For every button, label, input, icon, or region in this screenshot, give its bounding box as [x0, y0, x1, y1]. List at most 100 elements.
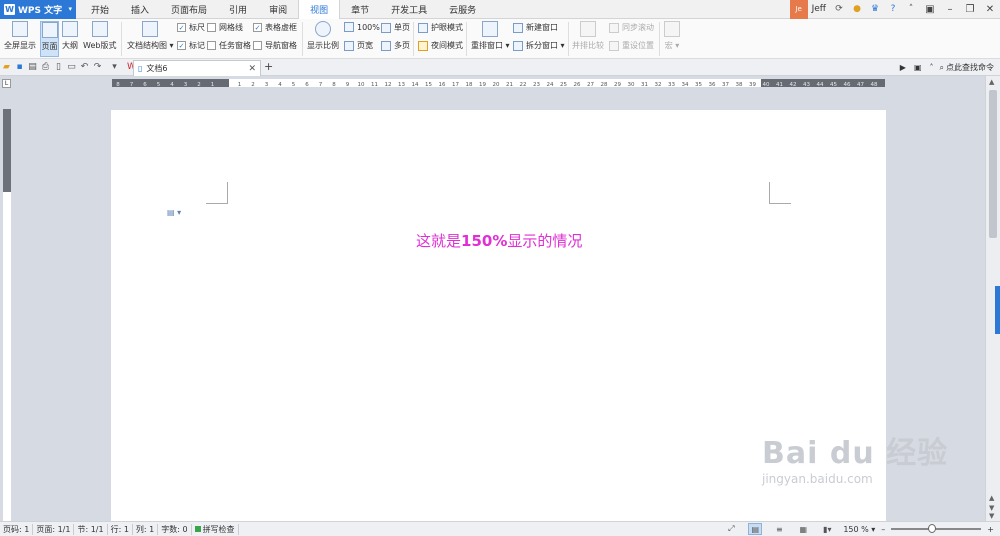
new-tab-button[interactable]: +	[264, 60, 273, 73]
scroll-down-icon[interactable]: ▼	[989, 512, 994, 520]
reading-mode-icon[interactable]: ▮▾	[820, 523, 834, 535]
prev-page-icon[interactable]: ▲	[989, 494, 994, 502]
web-view-icon[interactable]: ▦	[796, 523, 810, 535]
zoom-button[interactable]: 显示比例	[307, 21, 339, 57]
print-preview-icon[interactable]: ▭	[65, 62, 78, 72]
eye-mode-button[interactable]: 护眼模式	[418, 22, 463, 33]
user-name[interactable]: Jeff	[812, 4, 826, 14]
split-window-button[interactable]: 拆分窗口 ▾	[513, 40, 565, 51]
vertical-ruler[interactable]	[3, 109, 11, 521]
outline-icon	[62, 21, 78, 37]
tab-3[interactable]: 引用	[218, 0, 258, 19]
save-as-icon[interactable]: ▤	[26, 62, 39, 72]
status-line[interactable]: 行: 1	[108, 523, 133, 535]
zoom-level[interactable]: 150 % ▾	[843, 525, 875, 534]
zoom-slider-knob[interactable]	[927, 524, 936, 533]
table-borders-checkbox[interactable]: ✓ 表格虚框	[253, 22, 297, 33]
export-pdf-icon[interactable]: ▯	[52, 62, 65, 72]
marks-checkbox[interactable]: ✓ 标记	[177, 40, 205, 51]
multi-page-button[interactable]: 多页	[381, 40, 410, 51]
nav-pane-checkbox[interactable]: 导航窗格	[253, 40, 297, 51]
ruler-number: 25	[560, 82, 567, 87]
page-width-button[interactable]: 页宽	[344, 40, 373, 51]
maximize-button[interactable]: ❐	[960, 4, 980, 15]
split-window-icon	[513, 40, 523, 51]
shrink-ribbon-icon[interactable]: ˄	[930, 63, 934, 72]
reset-position-button[interactable]: 重设位置	[609, 40, 654, 51]
zoom-in-icon[interactable]: +	[987, 525, 994, 534]
find-command-input[interactable]: 点此查找命令	[946, 62, 994, 73]
zoom-100-button[interactable]: 100%	[344, 22, 380, 32]
status-word-count[interactable]: 字数: 0	[158, 523, 192, 535]
undo-icon[interactable]: ↶	[78, 62, 91, 72]
feedback-icon[interactable]: ▣	[914, 63, 922, 72]
document-text[interactable]: 这就是150%显示的情况	[416, 230, 582, 251]
tab-8[interactable]: 云服务	[438, 0, 487, 19]
redo-icon[interactable]: ↷	[91, 62, 104, 72]
zoom-out-icon[interactable]: –	[881, 525, 885, 534]
side-by-side-button[interactable]: 并排比较	[572, 21, 604, 57]
tab-1[interactable]: 插入	[120, 0, 160, 19]
night-mode-button[interactable]: 夜间模式	[418, 40, 463, 51]
panel-icon[interactable]: ▶	[900, 63, 906, 72]
shirt-icon[interactable]: ♛	[868, 2, 882, 16]
status-column[interactable]: 列: 1	[133, 523, 159, 535]
tab-0[interactable]: 开始	[80, 0, 120, 19]
close-button[interactable]: ✕	[980, 4, 1000, 15]
task-pane-checkbox[interactable]: 任务窗格	[207, 40, 251, 51]
paste-options-icon[interactable]: ▤ ▾	[167, 208, 181, 217]
gridlines-checkbox[interactable]: 网格线	[207, 22, 243, 33]
open-icon[interactable]: ▰	[0, 62, 13, 72]
tab-7[interactable]: 开发工具	[380, 0, 438, 19]
save-icon[interactable]: ▪	[13, 62, 26, 72]
skin-icon[interactable]: ●	[850, 2, 864, 16]
avatar[interactable]: Je	[789, 0, 808, 19]
ruler-checkbox[interactable]: ✓ 标尺	[177, 22, 205, 33]
macro-button[interactable]: 宏 ▾	[664, 21, 680, 57]
spell-check-button[interactable]: 拼写检查	[192, 523, 239, 535]
tab-6[interactable]: 章节	[340, 0, 380, 19]
ruler-number: 1	[238, 82, 242, 87]
fullscreen-view-icon[interactable]: ⤢	[724, 523, 738, 535]
status-page-number[interactable]: 页码: 1	[0, 523, 34, 535]
print-icon[interactable]: ⎙	[39, 62, 52, 72]
doc-map-button[interactable]: 文档结构图 ▾	[127, 21, 174, 57]
next-page-icon[interactable]: ▼	[989, 504, 994, 512]
document-tab[interactable]: ▯ 文档6 ✕	[133, 60, 261, 76]
restore-layout-icon[interactable]: ▣	[920, 4, 940, 15]
one-page-label: 单页	[394, 23, 410, 32]
one-page-button[interactable]: 单页	[381, 22, 410, 33]
scroll-up-icon[interactable]: ▲	[989, 78, 994, 86]
side-panel-toggle[interactable]	[995, 286, 1000, 334]
sync-scroll-icon	[609, 22, 619, 33]
scroll-thumb[interactable]	[989, 90, 997, 238]
app-menu-button[interactable]: W WPS 文字 ▾	[0, 0, 76, 19]
minimize-button[interactable]: –	[940, 4, 960, 15]
ruler-number: 42	[790, 82, 797, 87]
page-width-icon	[344, 40, 354, 51]
arrange-windows-button[interactable]: 重排窗口 ▾	[471, 21, 510, 57]
status-section[interactable]: 节: 1/1	[74, 523, 108, 535]
tab-4[interactable]: 审阅	[258, 0, 298, 19]
web-layout-icon	[91, 21, 108, 37]
page-view-button[interactable]: 页面	[40, 21, 59, 57]
web-view-button[interactable]: Web版式	[83, 21, 116, 57]
page-view-icon[interactable]: ▤	[748, 523, 763, 535]
tab-2[interactable]: 页面布局	[160, 0, 218, 19]
fullscreen-button[interactable]: 全屏显示	[4, 21, 36, 57]
help-icon[interactable]: ?	[886, 2, 900, 16]
zoom-slider[interactable]	[891, 524, 982, 533]
tab-stop-selector[interactable]: L	[2, 79, 11, 88]
chevron-up-icon[interactable]: ˄	[904, 2, 918, 16]
new-window-button[interactable]: 新建窗口	[513, 22, 558, 33]
outline-view-button[interactable]: 大纲	[62, 21, 78, 57]
customize-icon[interactable]: ▾	[108, 62, 121, 72]
sync-icon[interactable]: ⟳	[832, 2, 846, 16]
ruler-number: 29	[614, 82, 621, 87]
close-icon[interactable]: ✕	[248, 64, 256, 74]
sync-scroll-button[interactable]: 同步滚动	[609, 22, 654, 33]
tab-5[interactable]: 视图	[298, 0, 341, 20]
horizontal-ruler[interactable]: 8 7 6 5 4 3 2 1 1 2 3 4 5 6 7 8 9 10 11 12 13 14 15 16 17 18 19 20 2…	[112, 79, 885, 87]
outline-view-icon[interactable]: ≡	[772, 523, 786, 535]
status-pages[interactable]: 页面: 1/1	[33, 523, 75, 535]
